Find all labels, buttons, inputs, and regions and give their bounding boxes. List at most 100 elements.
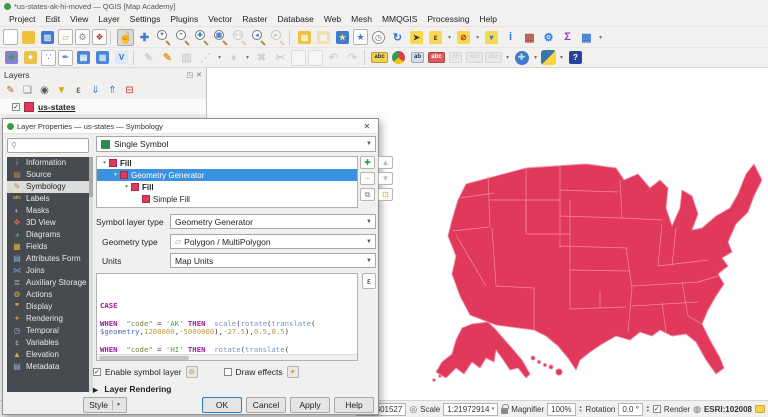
cancel-button[interactable]: Cancel	[246, 397, 286, 413]
add-feature-button[interactable]: ⋰	[197, 49, 214, 66]
new-3d-map-view-button[interactable]: ▦	[315, 29, 332, 46]
add-symbol-layer-button[interactable]: ✚	[360, 156, 375, 169]
help-button[interactable]: Help	[334, 397, 374, 413]
symbol-node-fill[interactable]: ▾Fill	[97, 157, 357, 169]
sidebar-item-information[interactable]: iInformation	[7, 157, 89, 169]
bookmark-new-button[interactable]: ★	[334, 29, 351, 46]
magnifier-stepper[interactable]: ▲▼	[579, 405, 583, 413]
field-calculator-button[interactable]: ▦	[521, 29, 538, 46]
ok-button[interactable]: OK	[202, 397, 242, 413]
layer-name[interactable]: us-states	[38, 102, 75, 112]
project-new-button[interactable]	[3, 29, 18, 45]
dropdown-caret-icon[interactable]: ▾	[244, 49, 251, 66]
sidebar-item-auxiliary-storage[interactable]: ≣Auxiliary Storage	[7, 277, 89, 289]
vertex-tool-button[interactable]: ♦	[225, 49, 242, 66]
redo-button[interactable]: ↷	[344, 49, 361, 66]
render-checkbox[interactable]: ✓	[653, 405, 661, 413]
symbol-node-fill[interactable]: ▾Fill	[97, 181, 357, 193]
move-label-button[interactable]: abc	[485, 49, 502, 66]
data-source-manager-button[interactable]: ✚	[3, 49, 20, 66]
zoom-out-button[interactable]: −	[174, 29, 191, 46]
extents-icon[interactable]: ◎	[409, 404, 417, 415]
zoom-last-button[interactable]: ◂	[250, 29, 267, 46]
dropdown-caret-icon[interactable]: ▾	[532, 49, 539, 66]
sidebar-item-temporal[interactable]: ◷Temporal	[7, 325, 89, 337]
geometry-expression-editor[interactable]: CASE WHEN "code" = 'AK' THEN scale(rotat…	[96, 273, 358, 361]
delete-selected-button[interactable]: ✖	[253, 49, 270, 66]
save-edits-button[interactable]: ▥	[178, 49, 195, 66]
expression-builder-button[interactable]: ε	[362, 273, 376, 289]
sidebar-item-3d-view[interactable]: ❖3D View	[7, 217, 89, 229]
menu-mesh[interactable]: Mesh	[346, 13, 377, 25]
sidebar-item-elevation[interactable]: ▲Elevation	[7, 349, 89, 361]
undo-button[interactable]: ↶	[325, 49, 342, 66]
dropdown-caret-icon[interactable]: ▾	[474, 29, 481, 46]
menu-edit[interactable]: Edit	[40, 13, 65, 25]
pin-labels-button[interactable]: ab	[409, 49, 426, 66]
menu-processing[interactable]: Processing	[422, 13, 474, 25]
highlight-pinned-labels-button[interactable]: abc	[428, 49, 445, 66]
zoom-native-button[interactable]: 1:1	[231, 29, 248, 46]
temporal-controller-button[interactable]: ◷	[370, 29, 387, 46]
effects-star-icon[interactable]: ✦	[287, 366, 299, 378]
add-group-icon[interactable]: ❏	[20, 83, 35, 98]
layer-row-us-states[interactable]: ✓ us-states	[0, 99, 206, 114]
sidebar-item-display[interactable]: ❞Display	[7, 301, 89, 313]
add-delimited-text-layer-button[interactable]: ✒	[58, 50, 73, 66]
deselect-all-button[interactable]: ⊘	[455, 29, 472, 46]
add-wms-layer-button[interactable]: ▦	[94, 49, 111, 66]
layout-manager-button[interactable]: ⚙	[75, 29, 90, 45]
project-save-button[interactable]: ▥	[39, 29, 56, 46]
scale-combo[interactable]: 1:21972914 ▾	[443, 403, 498, 416]
filter-by-expression-icon[interactable]: ε	[71, 83, 86, 98]
copy-features-button[interactable]	[291, 50, 306, 66]
sidebar-item-fields[interactable]: ▦Fields	[7, 241, 89, 253]
menu-layer[interactable]: Layer	[93, 13, 124, 25]
sidebar-item-diagrams[interactable]: ◕Diagrams	[7, 229, 89, 241]
python-console-button[interactable]	[541, 50, 556, 65]
dropdown-caret-icon[interactable]: ▾	[597, 29, 604, 46]
current-edits-button[interactable]: ✎	[140, 49, 157, 66]
zoom-full-button[interactable]: ✚	[193, 29, 210, 46]
statistical-summary-button[interactable]: Σ	[559, 29, 576, 46]
messages-icon[interactable]	[755, 405, 765, 413]
draw-effects-checkbox[interactable]	[224, 368, 232, 376]
panel-close-icon[interactable]: ✕	[196, 71, 202, 79]
menu-mmqgis[interactable]: MMQGIS	[377, 13, 422, 25]
move-up-button[interactable]: ▲	[378, 156, 393, 169]
symbol-layer-type-select[interactable]: Geometry Generator▼	[170, 214, 376, 229]
tree-caret-icon[interactable]: ▾	[101, 160, 108, 166]
dropdown-caret-icon[interactable]: ▾	[504, 49, 511, 66]
sidebar-item-labels[interactable]: abcLabels	[7, 193, 89, 205]
menu-raster[interactable]: Raster	[237, 13, 272, 25]
add-virtual-layer-button[interactable]: V	[113, 49, 130, 66]
properties-search-input[interactable]: ⚲	[7, 138, 89, 153]
sidebar-item-source[interactable]: ▤Source	[7, 169, 89, 181]
geometry-type-select[interactable]: ▱Polygon / MultiPolygon▼	[170, 234, 376, 249]
manage-map-themes-icon[interactable]: ◉	[37, 83, 52, 98]
add-vector-layer-button[interactable]: ✦	[22, 49, 39, 66]
sidebar-item-metadata[interactable]: ▤Metadata	[7, 361, 89, 373]
toggle-editing-button[interactable]: ✎	[159, 49, 176, 66]
magnifier-field[interactable]: 100%	[547, 403, 575, 416]
layer-labeling-button[interactable]: abc	[371, 49, 388, 66]
crs-value[interactable]: ESRI:102008	[704, 405, 752, 414]
cut-features-button[interactable]: ✂	[272, 49, 289, 66]
tree-caret-icon[interactable]: ▾	[112, 172, 119, 178]
collapse-all-icon[interactable]: ⇑	[105, 83, 120, 98]
sidebar-item-symbology[interactable]: ✎Symbology	[7, 181, 89, 193]
sidebar-item-variables[interactable]: εVariables	[7, 337, 89, 349]
rotation-stepper[interactable]: ▲▼	[646, 405, 650, 413]
new-map-view-button[interactable]: ▦	[296, 29, 313, 46]
menu-help[interactable]: Help	[474, 13, 501, 25]
menu-vector[interactable]: Vector	[203, 13, 237, 25]
lock-color-button[interactable]: ⊡	[378, 188, 393, 201]
sidebar-item-rendering[interactable]: ✦Rendering	[7, 313, 89, 325]
tree-caret-icon[interactable]: ▾	[123, 184, 130, 190]
apply-button[interactable]: Apply	[290, 397, 330, 413]
expand-all-icon[interactable]: ⇓	[88, 83, 103, 98]
symbol-node-geometry-generator[interactable]: ▾Geometry Generator	[97, 169, 357, 181]
zoom-in-button[interactable]: +	[155, 29, 172, 46]
project-open-button[interactable]	[20, 29, 37, 46]
sidebar-item-actions[interactable]: ⚙Actions	[7, 289, 89, 301]
